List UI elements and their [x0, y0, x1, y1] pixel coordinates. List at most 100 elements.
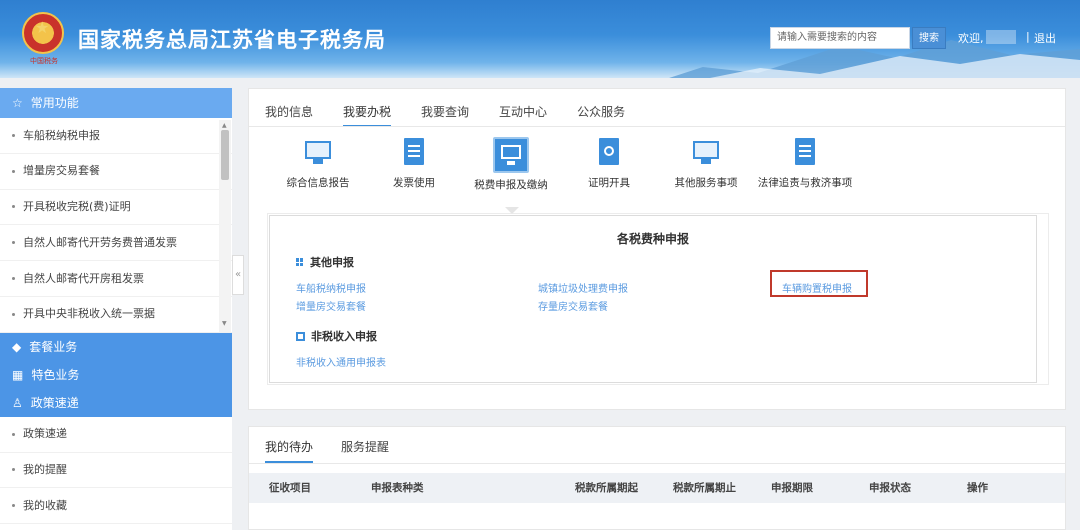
- tab-query[interactable]: 我要查询: [421, 97, 469, 127]
- emblem-caption: 中国税务: [30, 57, 58, 65]
- pointer-arrow: [505, 207, 519, 214]
- chart-monitor-icon: [303, 137, 333, 167]
- todo-panel: 我的待办 服务提醒 征收项目 申报表种类 税款所属期起 税款所属期止 申报期限 …: [248, 426, 1066, 530]
- sidebar-section-label: 政策速递: [30, 395, 79, 410]
- sidebar-item-label: 增量房交易套餐: [23, 164, 100, 178]
- grid-icon: [296, 258, 304, 266]
- column-header: 税款所属期止: [673, 482, 736, 494]
- section-nontax-declare: 非税收入申报: [296, 328, 377, 344]
- bullet-icon: [12, 277, 15, 281]
- site-title: 国家税务总局江苏省电子税务局: [78, 28, 386, 52]
- main-panel: 我的信息 我要办税 我要查询 互动中心 公众服务 综合信息报告 发票使用 税费申…: [248, 88, 1066, 410]
- sidebar-item[interactable]: 自然人邮寄代开劳务费普通发票: [0, 225, 232, 262]
- sidebar-section-label: 套餐业务: [29, 339, 78, 354]
- sidebar-section-package[interactable]: ◆ 套餐业务: [0, 332, 232, 361]
- user-icon: ♙: [12, 395, 23, 410]
- sidebar-item[interactable]: 我的收藏: [0, 488, 232, 525]
- certificate-document-icon: [594, 137, 624, 167]
- function-label: 证明开具: [588, 177, 630, 189]
- sidebar-item[interactable]: 增量房交易套餐: [0, 154, 232, 190]
- column-header: 申报状态: [869, 482, 911, 494]
- function-info-report[interactable]: 综合信息报告: [273, 137, 363, 190]
- link-existing-house[interactable]: 存量房交易套餐: [538, 298, 608, 313]
- scrollbar-thumb[interactable]: [221, 130, 229, 180]
- declare-panel: 各税费种申报 其他申报 车船税纳税申报 增量房交易套餐 城镇垃圾处理费申报 存量…: [269, 215, 1037, 383]
- tax-declare-monitor-icon: [493, 137, 529, 173]
- link-nontax-general[interactable]: 非税收入通用申报表: [296, 354, 386, 369]
- link-garbage-fee[interactable]: 城镇垃圾处理费申报: [538, 280, 628, 295]
- logout-link[interactable]: 退出: [1034, 30, 1056, 46]
- section-other-declare: 其他申报: [296, 254, 354, 270]
- function-tax-declare[interactable]: 税费申报及缴纳: [466, 137, 556, 192]
- sidebar-section-policy[interactable]: ♙ 政策速递: [0, 388, 232, 417]
- invoice-document-icon: [399, 137, 429, 167]
- sidebar-section-label: 常用功能: [30, 96, 79, 110]
- sidebar-item[interactable]: 自然人邮寄代开房租发票: [0, 261, 232, 297]
- column-header: 操作: [967, 482, 988, 494]
- collapse-sidebar-button[interactable]: «: [232, 255, 244, 295]
- sidebar-item-label: 车船税纳税申报: [23, 128, 100, 142]
- header-banner: ★ 中国税务 国家税务总局江苏省电子税务局 请输入需要搜索的内容 搜索 欢迎, …: [0, 0, 1080, 78]
- service-monitor-icon: [691, 137, 721, 167]
- sidebar-item[interactable]: 车船税纳税申报: [0, 118, 232, 154]
- column-header: 税款所属期起: [575, 482, 638, 494]
- cube-icon: ◆: [12, 339, 22, 354]
- grid-icon: ▦: [12, 367, 24, 382]
- welcome-text: 欢迎,: [958, 32, 984, 45]
- declare-panel-title: 各税费种申报: [616, 232, 689, 246]
- tab-tax-handling[interactable]: 我要办税: [343, 97, 392, 127]
- bullet-icon: [12, 169, 15, 173]
- todo-tabs: 我的待办 服务提醒: [265, 435, 417, 463]
- sidebar-item-label: 我的收藏: [23, 498, 67, 512]
- bullet-icon: [12, 504, 15, 508]
- section-label: 非税收入申报: [311, 330, 377, 343]
- sidebar-item-label: 我的提醒: [23, 463, 67, 477]
- bullet-icon: [12, 312, 15, 316]
- scroll-down-icon[interactable]: ▼: [222, 320, 227, 327]
- sidebar-item[interactable]: 开具税收完税(费)证明: [0, 190, 232, 226]
- header-separator: |: [1026, 30, 1030, 43]
- sidebar-item-label: 开具税收完税(费)证明: [23, 200, 131, 214]
- tab-my-todo[interactable]: 我的待办: [265, 435, 314, 463]
- section-label: 其他申报: [310, 256, 354, 269]
- function-label: 法律追责与救济事项: [757, 177, 853, 189]
- link-incremental-house[interactable]: 增量房交易套餐: [296, 298, 366, 313]
- function-label: 税费申报及缴纳: [474, 179, 548, 191]
- sidebar-item[interactable]: 政策速递: [0, 417, 232, 453]
- function-legal[interactable]: 法律追责与救济事项: [757, 137, 853, 190]
- tab-service-reminder[interactable]: 服务提醒: [341, 435, 389, 463]
- highlight-box: [770, 270, 868, 297]
- sidebar-item-label: 开具中央非税收入统一票据: [23, 307, 155, 321]
- search-input[interactable]: 请输入需要搜索的内容: [770, 27, 910, 49]
- tab-public-service[interactable]: 公众服务: [577, 97, 625, 127]
- function-other-service[interactable]: 其他服务事项: [661, 137, 751, 190]
- sidebar-item[interactable]: 我的提醒: [0, 453, 232, 489]
- column-header: 申报表种类: [371, 482, 424, 494]
- bullet-icon: [12, 432, 15, 436]
- sidebar-item[interactable]: 开具中央非税收入统一票据: [0, 297, 232, 333]
- sidebar-section-label: 特色业务: [31, 367, 80, 382]
- sidebar-section-common[interactable]: ☆ 常用功能: [0, 88, 232, 118]
- tabs-divider: [249, 126, 1065, 127]
- main-tabs: 我的信息 我要办税 我要查询 互动中心 公众服务: [265, 97, 655, 127]
- sidebar-section-feature[interactable]: ▦ 特色业务: [0, 360, 232, 389]
- bullet-icon: [12, 468, 15, 472]
- sidebar: ☆ 常用功能 车船税纳税申报 增量房交易套餐 开具税收完税(费)证明 自然人邮寄…: [0, 88, 232, 530]
- tab-interaction[interactable]: 互动中心: [499, 97, 547, 127]
- legal-document-icon: [790, 137, 820, 167]
- scroll-up-icon[interactable]: ▲: [222, 122, 227, 129]
- sidebar-scrollbar[interactable]: ▲ ▼: [219, 120, 231, 332]
- function-certificate[interactable]: 证明开具: [564, 137, 654, 190]
- tab-my-info[interactable]: 我的信息: [265, 97, 313, 127]
- column-header: 申报期限: [771, 482, 813, 494]
- bullet-icon: [12, 133, 15, 137]
- sidebar-item-label: 政策速递: [23, 427, 67, 441]
- function-label: 综合信息报告: [286, 177, 350, 189]
- function-invoice[interactable]: 发票使用: [369, 137, 459, 190]
- column-header: 征收项目: [269, 482, 311, 494]
- sidebar-item-label: 自然人邮寄代开劳务费普通发票: [23, 235, 177, 249]
- link-vessel-tax[interactable]: 车船税纳税申报: [296, 280, 366, 295]
- bullet-icon: [12, 241, 15, 245]
- sidebar-item-label: 自然人邮寄代开房租发票: [23, 271, 144, 285]
- search-button[interactable]: 搜索: [912, 27, 946, 49]
